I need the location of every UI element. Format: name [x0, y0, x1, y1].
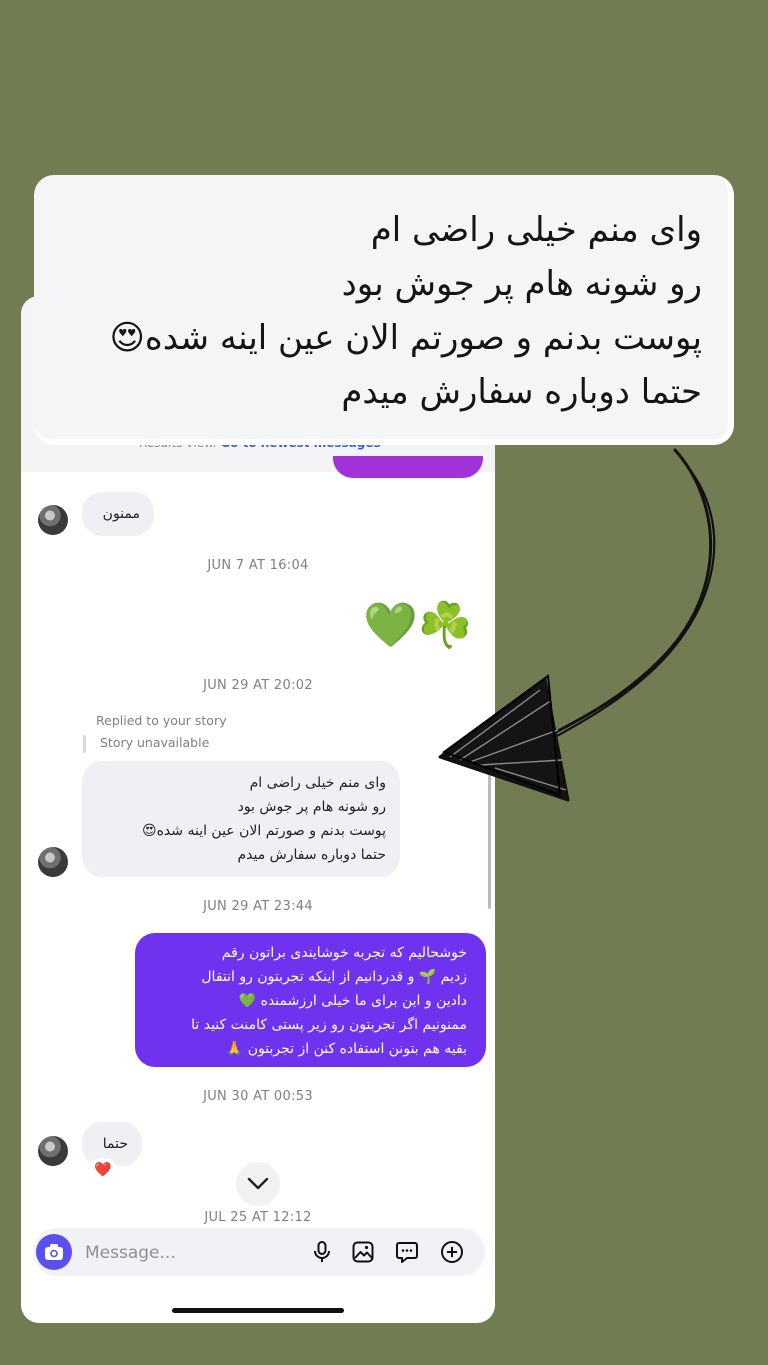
hand-drawn-arrow [438, 448, 716, 802]
